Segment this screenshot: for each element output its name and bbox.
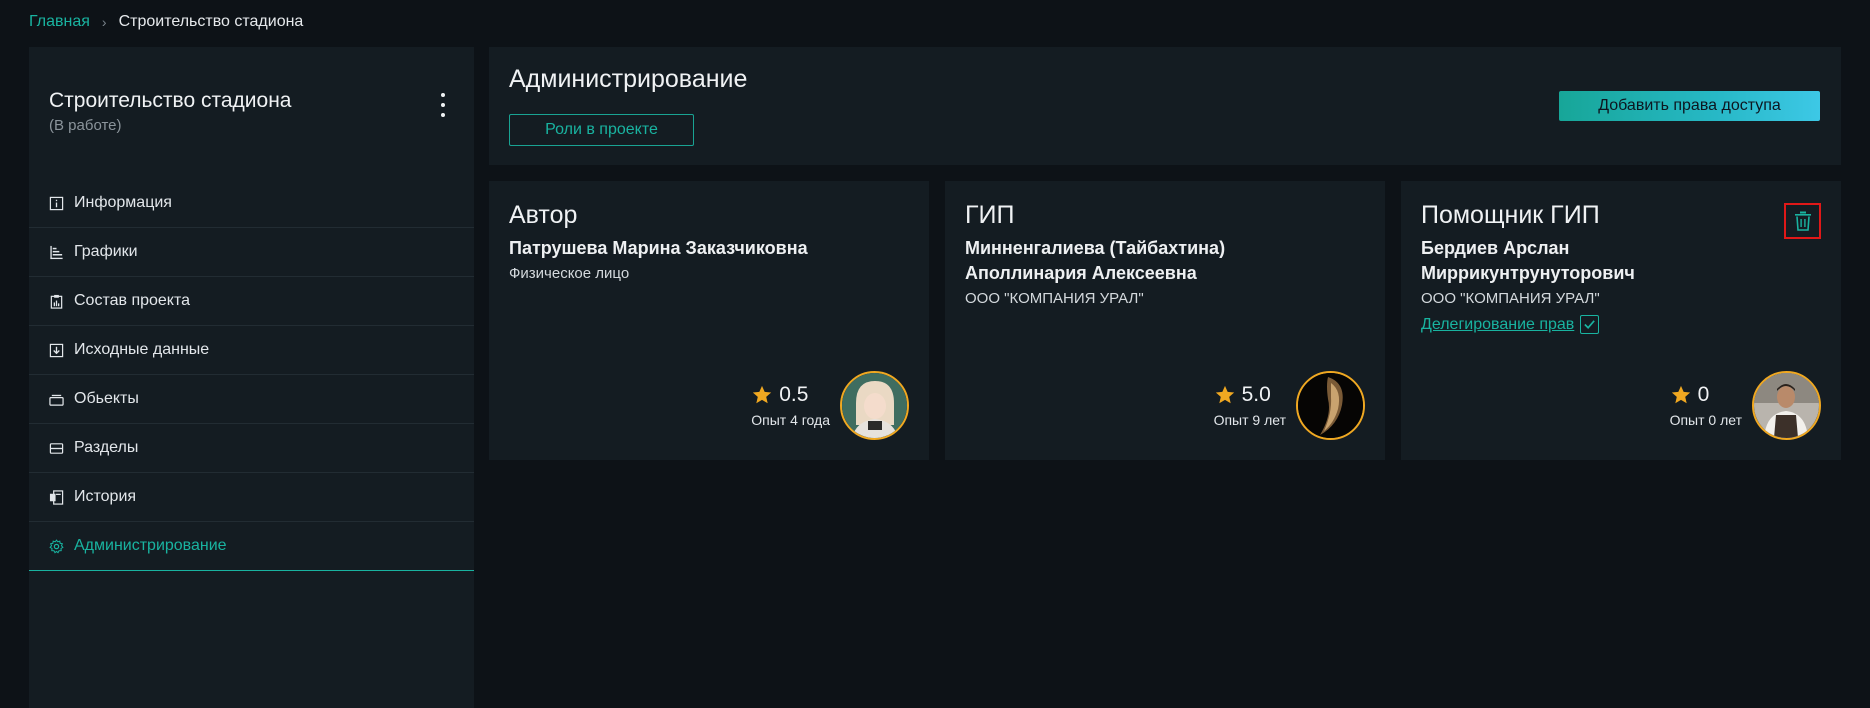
avatar[interactable]	[1296, 371, 1365, 440]
member-rating-block: 5.0 Опыт 9 лет	[1214, 383, 1286, 428]
member-rating: 5.0	[1241, 383, 1271, 406]
breadcrumb-separator: ›	[101, 14, 107, 30]
star-icon	[1215, 385, 1234, 404]
member-name: Патрушева Марина Заказчиковна	[509, 238, 808, 258]
member-rating: 0	[1697, 383, 1710, 406]
breadcrumb-current: Строительство стадиона	[118, 13, 304, 30]
sidebar-item-objects[interactable]: Обьекты	[29, 375, 474, 424]
member-organization: ООО "КОМПАНИЯ УРАЛ"	[965, 290, 1144, 307]
delegation-row: Делегирование прав	[1421, 315, 1821, 334]
member-footer: 5.0 Опыт 9 лет	[1214, 371, 1365, 440]
chart-icon	[49, 245, 64, 260]
dot-icon	[441, 113, 445, 117]
sidebar-item-sections[interactable]: Разделы	[29, 424, 474, 473]
member-experience: Опыт 9 лет	[1213, 412, 1286, 428]
rating-row: 0	[1670, 383, 1710, 407]
history-icon	[49, 489, 64, 505]
sidebar-item-label: История	[74, 488, 137, 505]
sidebar-item-label: Исходные данные	[74, 341, 210, 358]
objects-icon	[49, 392, 64, 407]
member-organization: ООО "КОМПАНИЯ УРАЛ"	[1421, 290, 1600, 307]
sidebar-header: Строительство стадиона (В работе)	[29, 47, 474, 179]
sections-icon	[49, 441, 64, 456]
dot-icon	[441, 103, 445, 107]
more-options-button[interactable]	[438, 93, 448, 117]
sidebar-item-label: Обьекты	[74, 390, 139, 407]
download-icon	[49, 343, 64, 358]
delegation-checkbox[interactable]	[1580, 315, 1600, 334]
member-role: Автор	[509, 201, 578, 229]
member-card-author: Автор Патрушева Марина Заказчиковна Физи…	[489, 181, 929, 460]
sidebar-item-history[interactable]: История	[29, 473, 474, 522]
rating-row: 5.0	[1214, 383, 1271, 407]
sidebar-item-label: Информация	[74, 194, 172, 211]
gear-icon	[49, 538, 64, 554]
checkmark-icon	[1584, 320, 1596, 329]
clipboard-icon	[49, 294, 64, 309]
breadcrumb-home-link[interactable]: Главная	[29, 13, 90, 31]
rating-row: 0.5	[751, 383, 808, 407]
avatar-image	[1298, 373, 1363, 438]
avatar-image	[1754, 373, 1819, 438]
project-status: (В работе)	[49, 117, 122, 134]
member-card-gip-assistant: Помощник ГИП Бердиев Арслан Миррикунтрун…	[1401, 181, 1841, 460]
sidebar: Строительство стадиона (В работе) Информ…	[29, 47, 474, 708]
member-role: Помощник ГИП	[1421, 201, 1600, 229]
sidebar-item-label: Графики	[74, 243, 138, 260]
info-icon	[49, 196, 64, 211]
member-rating-block: 0 Опыт 0 лет	[1670, 383, 1742, 428]
sidebar-item-label: Администрирование	[74, 537, 227, 554]
sidebar-item-charts[interactable]: Графики	[29, 228, 474, 277]
member-card-gip: ГИП Минненгалиева (Тайбахтина) Аполлинар…	[945, 181, 1385, 460]
avatar[interactable]	[840, 371, 909, 440]
add-access-rights-button[interactable]: Добавить права доступа	[1559, 91, 1820, 121]
member-role: ГИП	[965, 201, 1015, 229]
member-experience: Опыт 0 лет	[1669, 412, 1742, 428]
sidebar-item-info[interactable]: Информация	[29, 179, 474, 228]
sidebar-item-administration[interactable]: Администрирование	[29, 522, 474, 571]
member-organization: Физическое лицо	[509, 265, 630, 282]
administration-header: Администрирование Роли в проекте Добавит…	[489, 47, 1841, 165]
member-footer: 0 Опыт 0 лет	[1670, 371, 1821, 440]
sidebar-item-source-data[interactable]: Исходные данные	[29, 326, 474, 375]
delete-member-button[interactable]	[1784, 203, 1821, 239]
dot-icon	[441, 93, 445, 97]
avatar[interactable]	[1752, 371, 1821, 440]
project-title: Строительство стадиона	[49, 89, 292, 112]
delegation-link[interactable]: Делегирование прав	[1421, 316, 1574, 334]
breadcrumb: Главная › Строительство стадиона	[29, 13, 303, 31]
avatar-image	[842, 373, 907, 438]
project-roles-button[interactable]: Роли в проекте	[509, 114, 694, 146]
sidebar-item-label: Разделы	[74, 439, 139, 456]
members-cards: Автор Патрушева Марина Заказчиковна Физи…	[489, 181, 1841, 460]
star-icon	[1671, 385, 1690, 404]
sidebar-item-label: Состав проекта	[74, 292, 191, 309]
page-title: Администрирование	[509, 65, 748, 93]
member-rating-block: 0.5 Опыт 4 года	[751, 383, 830, 428]
member-experience: Опыт 4 года	[751, 412, 830, 428]
trash-icon	[1794, 211, 1811, 231]
member-rating: 0.5	[779, 383, 809, 406]
member-name: Бердиев Арслан Миррикунтрунуторович	[1421, 238, 1635, 283]
star-icon	[753, 385, 772, 404]
member-footer: 0.5 Опыт 4 года	[751, 371, 909, 440]
member-name: Минненгалиева (Тайбахтина) Аполлинария А…	[965, 238, 1226, 283]
sidebar-nav: Информация Графики Состав проекта Исходн…	[29, 179, 474, 571]
sidebar-item-project-composition[interactable]: Состав проекта	[29, 277, 474, 326]
